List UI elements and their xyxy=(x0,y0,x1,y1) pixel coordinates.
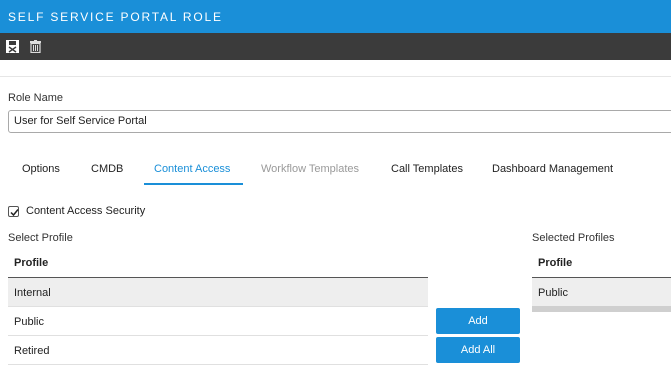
page-title: SELF SERVICE PORTAL ROLE xyxy=(8,10,223,24)
toolbar xyxy=(0,33,671,60)
active-tab-indicator xyxy=(144,183,243,185)
add-all-button[interactable]: Add All xyxy=(436,337,520,363)
profile-cell: Internal xyxy=(14,287,51,299)
content-access-security-checkbox[interactable] xyxy=(8,206,19,217)
title-bar: SELF SERVICE PORTAL ROLE xyxy=(0,0,671,33)
profile-cell: Retired xyxy=(14,345,50,357)
checkmark-icon xyxy=(10,209,19,217)
role-name-label: Role Name xyxy=(8,92,64,104)
tab-dashboard-management[interactable]: Dashboard Management xyxy=(492,163,613,175)
horizontal-scrollbar[interactable] xyxy=(532,306,671,312)
add-button[interactable]: Add xyxy=(436,308,520,334)
profile-cell: Public xyxy=(538,287,568,299)
tab-content-access[interactable]: Content Access xyxy=(154,163,230,175)
table-row[interactable]: Public xyxy=(8,307,428,336)
tab-workflow-templates: Workflow Templates xyxy=(261,163,360,175)
column-header-profile[interactable]: Profile xyxy=(14,257,48,269)
selected-profiles-table: Profile Public xyxy=(532,249,671,319)
table-header: Profile xyxy=(532,249,671,278)
table-row[interactable]: Internal xyxy=(8,278,428,307)
divider xyxy=(0,76,671,77)
tab-cmdb[interactable]: CMDB xyxy=(91,163,123,175)
role-name-input[interactable]: User for Self Service Portal xyxy=(8,110,671,133)
tab-bar: Options CMDB Content Access Workflow Tem… xyxy=(0,155,671,185)
tab-call-templates[interactable]: Call Templates xyxy=(391,163,463,175)
column-header-profile[interactable]: Profile xyxy=(538,257,572,269)
content-access-security-label: Content Access Security xyxy=(26,205,146,217)
table-header: Profile xyxy=(8,249,428,278)
table-row[interactable]: Retired xyxy=(8,336,428,365)
tab-options[interactable]: Options xyxy=(22,163,60,175)
table-row[interactable]: Public xyxy=(532,278,671,307)
profile-cell: Public xyxy=(14,316,44,328)
save-icon[interactable] xyxy=(6,40,19,53)
trash-icon[interactable] xyxy=(29,40,42,54)
selected-profiles-label: Selected Profiles xyxy=(532,232,615,244)
select-profile-table: Profile Internal Public Retired xyxy=(8,249,428,368)
select-profile-label: Select Profile xyxy=(8,232,73,244)
